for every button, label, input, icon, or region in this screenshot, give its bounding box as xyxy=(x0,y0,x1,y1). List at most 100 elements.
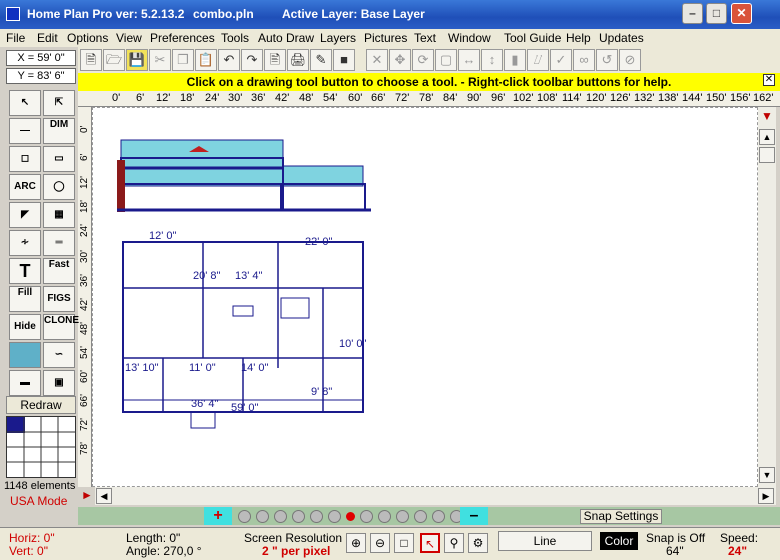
layer-dot[interactable] xyxy=(414,510,427,523)
layer-dot[interactable] xyxy=(378,510,391,523)
redraw-button[interactable]: Redraw xyxy=(6,396,76,414)
zoom-page-icon[interactable]: □ xyxy=(394,533,414,553)
menu-updates[interactable]: Updates xyxy=(599,31,644,45)
layer-dot[interactable] xyxy=(360,510,373,523)
menu-tool-guide[interactable]: Tool Guide xyxy=(504,31,561,45)
dim-tool[interactable]: DIM xyxy=(43,118,75,144)
close-button[interactable]: ✕ xyxy=(731,3,752,24)
layer-dot[interactable] xyxy=(328,510,341,523)
active-layer-dot[interactable] xyxy=(346,512,355,521)
snap-status[interactable]: Snap is Off xyxy=(646,531,705,545)
menu-view[interactable]: View xyxy=(116,31,142,45)
vertical-scrollbar[interactable]: ▼ ▲ ▼ xyxy=(758,107,776,487)
thick-line-tool[interactable]: ▬ xyxy=(9,370,41,396)
layer-dot[interactable] xyxy=(310,510,323,523)
box-select-tool[interactable]: ⇱ xyxy=(43,90,75,116)
redo-icon[interactable]: ↷ xyxy=(241,49,263,71)
zoom-out-icon[interactable]: ⊖ xyxy=(370,533,390,553)
menu-help[interactable]: Help xyxy=(566,31,591,45)
grid-tool[interactable]: ▦ xyxy=(43,202,75,228)
arc-tool[interactable]: ARC xyxy=(9,174,41,200)
zoom-window-icon[interactable]: ⚲ xyxy=(444,533,464,553)
menu-window[interactable]: Window xyxy=(448,31,491,45)
undo-icon[interactable]: ↶ xyxy=(218,49,240,71)
color-palette[interactable] xyxy=(6,416,76,478)
save-icon[interactable]: 💾 xyxy=(126,49,148,71)
maximize-button[interactable]: □ xyxy=(706,3,727,24)
open-file-icon[interactable]: 🗁 xyxy=(103,49,125,71)
erase-icon[interactable]: ✎ xyxy=(310,49,332,71)
zoom-in-icon[interactable]: ⊕ xyxy=(346,533,366,553)
menu-auto-draw[interactable]: Auto Draw xyxy=(258,31,314,45)
menu-tools[interactable]: Tools xyxy=(221,31,249,45)
color-button[interactable]: Color xyxy=(600,532,638,550)
double-line-tool[interactable]: ═ xyxy=(43,230,75,256)
rotate-icon[interactable]: ⟳ xyxy=(412,49,434,71)
menu-file[interactable]: File xyxy=(6,31,25,45)
drawing-canvas[interactable]: 12' 0" 22' 0" 20' 8" 13' 4" 13' 10" 11' … xyxy=(92,107,758,487)
corner-tool[interactable]: ◤ xyxy=(9,202,41,228)
text-tool[interactable]: T xyxy=(9,258,41,284)
copy-icon[interactable]: ❐ xyxy=(172,49,194,71)
hide-tool[interactable]: Hide xyxy=(9,314,41,340)
hatch-tool[interactable] xyxy=(9,342,41,368)
scroll-right-icon[interactable]: ▶ xyxy=(758,488,774,504)
menu-preferences[interactable]: Preferences xyxy=(150,31,215,45)
trim-icon[interactable]: ✓ xyxy=(550,49,572,71)
layer-dot[interactable] xyxy=(256,510,269,523)
new-file-icon[interactable]: 🗎 xyxy=(80,49,102,71)
undo-all-icon[interactable]: ↺ xyxy=(596,49,618,71)
freehand-tool[interactable]: ∽ xyxy=(43,342,75,368)
cut-icon[interactable]: ✂ xyxy=(149,49,171,71)
menu-options[interactable]: Options xyxy=(67,31,108,45)
print-icon[interactable]: 🖨 xyxy=(287,49,309,71)
move-icon[interactable]: ✥ xyxy=(389,49,411,71)
remove-layer-button[interactable]: – xyxy=(460,507,488,525)
wall-tool[interactable]: ◻ xyxy=(9,146,41,172)
menu-pictures[interactable]: Pictures xyxy=(364,31,407,45)
layer-dot[interactable] xyxy=(274,510,287,523)
mirror-icon[interactable]: ⌰ xyxy=(527,49,549,71)
layer-dot[interactable] xyxy=(292,510,305,523)
line-style-selector[interactable]: Line xyxy=(498,531,592,551)
line-tool[interactable]: — xyxy=(9,118,41,144)
select-box-icon[interactable]: ▢ xyxy=(435,49,457,71)
delete-icon[interactable]: ✕ xyxy=(366,49,388,71)
snap-settings-button[interactable]: Snap Settings xyxy=(580,509,662,524)
horizontal-scrollbar[interactable]: ◀ ▶ xyxy=(95,487,776,505)
add-layer-button[interactable]: + xyxy=(204,507,232,525)
layer-dot[interactable] xyxy=(432,510,445,523)
menu-text[interactable]: Text xyxy=(414,31,436,45)
menu-layers[interactable]: Layers xyxy=(320,31,356,45)
rectangle-tool[interactable]: ▭ xyxy=(43,146,75,172)
measure-icon[interactable]: ∞ xyxy=(573,49,595,71)
figs-tool[interactable]: FIGS xyxy=(43,286,75,312)
stretch-vertical-icon[interactable]: ↕ xyxy=(481,49,503,71)
scroll-down-icon[interactable]: ▼ xyxy=(759,467,775,483)
step-line-tool[interactable]: ∻ xyxy=(9,230,41,256)
app-icon[interactable] xyxy=(6,7,20,21)
speed-value[interactable]: 24" xyxy=(728,544,747,558)
minimize-button[interactable]: – xyxy=(682,3,703,24)
stop-icon[interactable]: ■ xyxy=(333,49,355,71)
circle-tool[interactable]: ◯ xyxy=(43,174,75,200)
fast-text-tool[interactable]: Fast xyxy=(43,258,75,284)
scroll-marker-icon[interactable]: ▼ xyxy=(759,109,775,125)
menu-edit[interactable]: Edit xyxy=(37,31,58,45)
frame-tool[interactable]: ▣ xyxy=(43,370,75,396)
banner-close-icon[interactable]: ✕ xyxy=(763,74,775,86)
zoom-extents-icon[interactable]: ⚙ xyxy=(468,533,488,553)
usa-mode-label[interactable]: USA Mode xyxy=(10,494,67,508)
prohibit-icon[interactable]: ⊘ xyxy=(619,49,641,71)
layer-dot[interactable] xyxy=(396,510,409,523)
print-preview-icon[interactable]: 🖹 xyxy=(264,49,286,71)
fill-tool[interactable]: Fill xyxy=(9,286,41,312)
scroll-thumb[interactable] xyxy=(759,147,775,163)
scroll-marker-icon[interactable]: ► xyxy=(80,488,94,502)
door-icon[interactable]: ▮ xyxy=(504,49,526,71)
paste-icon[interactable]: 📋 xyxy=(195,49,217,71)
zoom-arrow-icon[interactable]: ↖ xyxy=(420,533,440,553)
stretch-horizontal-icon[interactable]: ↔ xyxy=(458,49,480,71)
scroll-left-icon[interactable]: ◀ xyxy=(96,488,112,504)
select-arrow-tool[interactable]: ↖ xyxy=(9,90,41,116)
